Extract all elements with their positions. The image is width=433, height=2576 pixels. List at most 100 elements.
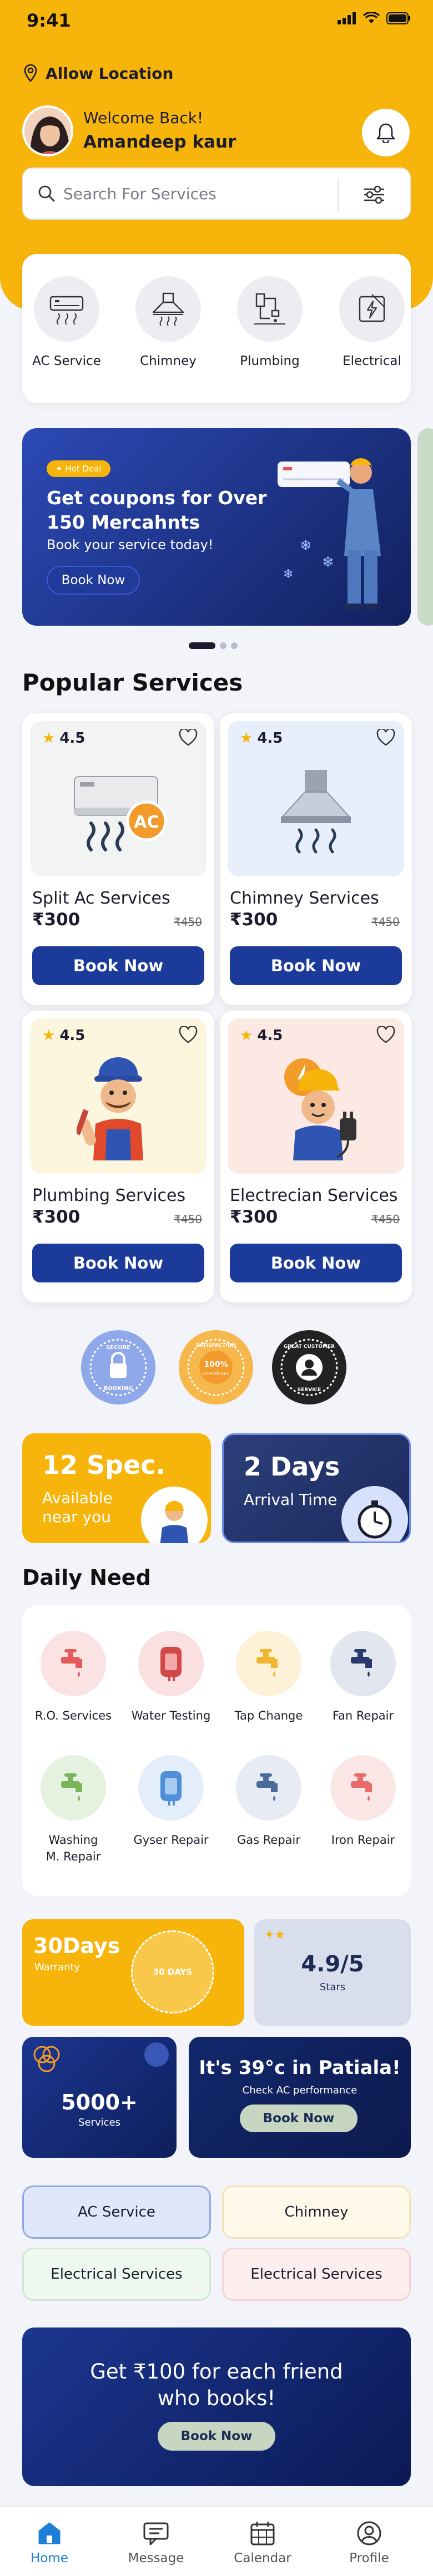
nav-label: Calendar — [234, 2551, 291, 2565]
favorite-heart-icon[interactable] — [179, 729, 198, 747]
favorite-heart-icon[interactable] — [179, 1026, 198, 1044]
banner-subtitle: Book your service today! — [47, 537, 214, 552]
next-banner-peek[interactable] — [417, 428, 433, 626]
hot-deal-tag: ✦ Hot Deal — [47, 460, 110, 477]
book-now-button[interactable]: Book Now — [32, 946, 204, 985]
ac-unit-icon — [34, 276, 99, 342]
search-icon — [38, 185, 55, 202]
daily-item-ro-services[interactable]: R.O. Services — [27, 1631, 120, 1724]
svg-text:100%: 100% — [204, 1360, 228, 1369]
service-name: Electrecian Services — [230, 1186, 398, 1205]
chip-chimney[interactable]: Chimney — [222, 2185, 411, 2239]
nav-profile[interactable]: Profile — [328, 2519, 411, 2565]
daily-item-label: Iron Repair — [331, 1833, 395, 1847]
bell-icon — [376, 123, 395, 143]
pagination-dot-active[interactable] — [189, 642, 215, 649]
service-price: ₹300 — [32, 910, 80, 930]
daily-item-gas-repair[interactable]: Gas Repair — [222, 1755, 315, 1848]
service-card-electrician[interactable]: ★ 4.5 Electrecian Services ₹300 ₹450 Book… — [220, 1011, 412, 1302]
iron-tap-icon — [330, 1755, 396, 1821]
water-heater-icon — [138, 1631, 204, 1696]
signal-icon — [338, 12, 356, 24]
svg-text:SECURE: SECURE — [106, 1345, 130, 1351]
warranty-card[interactable]: 30Days Warranty 30 DAYS — [22, 1919, 244, 2026]
filter-icon[interactable] — [363, 185, 385, 204]
svg-text:❄: ❄ — [322, 554, 334, 571]
favorite-heart-icon[interactable] — [376, 1026, 395, 1044]
status-time: 9:41 — [27, 10, 71, 31]
service-card-plumbing[interactable]: ★ 4.5 Plumbing Services ₹300 ₹450 Book No… — [22, 1011, 214, 1302]
book-now-button[interactable]: Book Now — [230, 1244, 402, 1282]
pagination-dot[interactable] — [220, 642, 226, 649]
daily-item-label: Gas Repair — [237, 1833, 300, 1847]
weather-ac-card[interactable]: It's 39°c in Patiala! Check AC performan… — [189, 2037, 411, 2158]
rating-value: 4.9/5 — [301, 1951, 364, 1977]
book-now-button[interactable]: Book Now — [32, 1244, 204, 1282]
daily-item-water-testing[interactable]: Water Testing — [124, 1631, 218, 1724]
service-card-chimney[interactable]: ★ 4.5 Chimney Services ₹300 ₹450 Book Now — [220, 713, 412, 1005]
chip-electrical-services[interactable]: Electrical Services — [22, 2248, 211, 2301]
banner-pagination[interactable] — [189, 642, 238, 649]
category-label: Electrical — [343, 354, 401, 368]
service-name: Plumbing Services — [32, 1186, 186, 1205]
referral-card[interactable]: Get ₹100 for each friend who books! Book… — [22, 2327, 411, 2486]
nav-label: Profile — [349, 2551, 389, 2565]
welcome-text: Welcome Back! — [83, 109, 204, 127]
technician-icon — [141, 1487, 208, 1543]
service-name: Chimney Services — [230, 889, 379, 908]
banner-title: Get coupons for Over 150 Mercahnts — [47, 487, 267, 533]
category-ac-service[interactable]: AC Service — [28, 276, 105, 368]
chimney-hood-icon — [281, 770, 351, 854]
nav-calendar[interactable]: Calendar — [221, 2519, 304, 2565]
services-count-card[interactable]: 5000+ Services — [22, 2037, 177, 2158]
search-input[interactable]: Search For Services — [63, 185, 216, 203]
status-bar: 9:41 — [0, 0, 433, 42]
service-card-split-ac[interactable]: AC ★ 4.5 Split Ac Services ₹300 ₹450 Book… — [22, 713, 214, 1005]
stat-subtitle: Available near you — [42, 1489, 113, 1526]
search-bar[interactable]: Search For Services — [22, 168, 411, 220]
category-electrical[interactable]: Electrical — [333, 276, 411, 368]
promo-banner[interactable]: ✦ Hot Deal Get coupons for Over 150 Merc… — [22, 428, 411, 626]
category-plumbing[interactable]: Plumbing — [231, 276, 309, 368]
message-icon — [143, 2522, 169, 2545]
chip-ac-service[interactable]: AC Service — [22, 2185, 211, 2239]
rating-card[interactable]: ✦★ 4.9/5 Stars — [254, 1919, 411, 2026]
referral-title: Get ₹100 for each friend who books! — [90, 2360, 343, 2410]
daily-item-label: Fan Repair — [332, 1709, 394, 1722]
referral-book-now-button[interactable]: Book Now — [158, 2422, 275, 2451]
warranty-seal-icon: 30 DAYS — [131, 1930, 214, 2014]
rating-value: 4.5 — [257, 1027, 283, 1044]
banner-book-now-button[interactable]: Book Now — [47, 566, 140, 595]
category-chimney[interactable]: Chimney — [129, 276, 207, 368]
weather-book-now-button[interactable]: Book Now — [240, 2105, 358, 2132]
weather-title: It's 39°c in Patiala! — [199, 2057, 401, 2079]
daily-item-label: Water Testing — [131, 1709, 211, 1722]
daily-item-tap-change[interactable]: Tap Change — [222, 1631, 315, 1724]
notification-button[interactable] — [362, 109, 410, 156]
home-icon — [38, 2522, 61, 2544]
stopwatch-icon — [341, 1486, 408, 1541]
tap-icon — [236, 1631, 301, 1696]
warranty-title: 30Days — [33, 1934, 120, 1958]
arrival-time-stat-card[interactable]: 2 Days Arrival Time — [222, 1433, 411, 1543]
category-label: AC Service — [32, 354, 101, 368]
specialists-stat-card[interactable]: 12 Spec. Available near you — [22, 1433, 211, 1543]
daily-item-washing-machine-repair[interactable]: Washing M. Repair — [27, 1755, 120, 1865]
chip-electrical-services-2[interactable]: Electrical Services — [222, 2248, 411, 2301]
favorite-heart-icon[interactable] — [376, 729, 395, 747]
daily-item-fan-repair[interactable]: Fan Repair — [316, 1631, 410, 1724]
allow-location-button[interactable]: Allow Location — [23, 64, 173, 83]
star-icon: ★ — [240, 1027, 253, 1044]
nav-home[interactable]: Home — [8, 2519, 91, 2565]
avatar[interactable] — [22, 105, 73, 156]
daily-item-iron-repair[interactable]: Iron Repair — [316, 1755, 410, 1848]
location-pin-icon — [24, 64, 37, 82]
daily-item-gyser-repair[interactable]: Gyser Repair — [124, 1755, 218, 1848]
rating-label: Stars — [319, 1981, 346, 1993]
pagination-dot[interactable] — [231, 642, 238, 649]
rating-value: 4.5 — [59, 730, 85, 747]
nav-message[interactable]: Message — [114, 2519, 198, 2565]
svg-text:GREAT CUSTOMER: GREAT CUSTOMER — [284, 1344, 335, 1350]
book-now-button[interactable]: Book Now — [230, 946, 402, 985]
services-count: 5000+ — [61, 2090, 138, 2114]
